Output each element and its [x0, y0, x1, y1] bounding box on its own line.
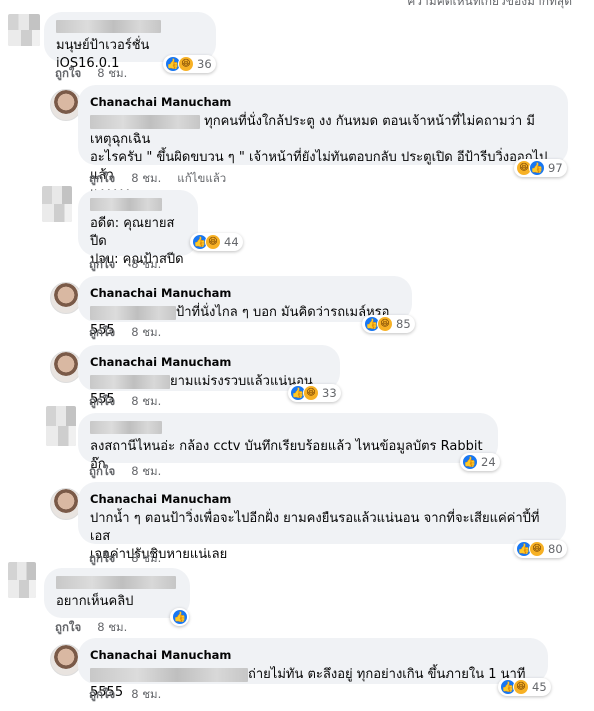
comment-bubble: Chanachai Manucham ถ่ายไม่ทัน ตะลึงอยู่ …: [78, 638, 548, 700]
reaction-summary[interactable]: 👍 😆 44: [190, 233, 243, 251]
like-button[interactable]: ถูกใจ: [89, 256, 115, 274]
author-name[interactable]: Chanachai Manucham: [90, 646, 536, 664]
timestamp[interactable]: 8 ชม.: [97, 65, 127, 83]
like-icon: 👍: [172, 609, 188, 625]
avatar[interactable]: [46, 406, 76, 446]
timestamp[interactable]: 8 ชม.: [131, 393, 161, 411]
reaction-count: 97: [548, 161, 563, 175]
comment-actions: ถูกใจ 8 ชม.: [89, 324, 161, 342]
blurred-mention[interactable]: [90, 374, 170, 389]
reaction-summary[interactable]: 👍 😆 80: [514, 540, 567, 558]
timestamp[interactable]: 8 ชม.: [131, 324, 161, 342]
like-button[interactable]: ถูกใจ: [55, 619, 81, 637]
haha-icon: 😆: [529, 541, 545, 557]
reaction-summary[interactable]: 👍: [170, 608, 189, 626]
blurred-mention[interactable]: [90, 667, 248, 682]
blurred-mention[interactable]: [90, 114, 200, 129]
reaction-count: 45: [532, 680, 547, 694]
reaction-summary[interactable]: 👍 😆 33: [288, 384, 341, 402]
like-button[interactable]: ถูกใจ: [55, 65, 81, 83]
comment-actions: ถูกใจ 8 ชม.: [89, 686, 161, 704]
comment-bubble: อดีต: คุณยายสปีด ปจบ: คุณป้าสปีด: [78, 190, 198, 267]
comment-actions: ถูกใจ 8 ชม. แก้ไขแล้ว: [89, 170, 226, 188]
reaction-summary[interactable]: 👍 😆 85: [362, 315, 415, 333]
avatar[interactable]: [42, 186, 72, 222]
comment-actions: ถูกใจ 8 ชม.: [89, 393, 161, 411]
comment-bubble: อยากเห็นคลิป: [44, 568, 190, 618]
haha-icon: 😆: [205, 234, 221, 250]
reaction-count: 80: [548, 542, 563, 556]
timestamp[interactable]: 8 ชม.: [131, 463, 161, 481]
reaction-count: 33: [322, 386, 337, 400]
comment-actions: ถูกใจ 8 ชม.: [89, 463, 161, 481]
like-button[interactable]: ถูกใจ: [89, 686, 115, 704]
like-button[interactable]: ถูกใจ: [89, 463, 115, 481]
author-name[interactable]: Chanachai Manucham: [90, 93, 556, 111]
like-button[interactable]: ถูกใจ: [89, 393, 115, 411]
comment-actions: ถูกใจ 8 ชม.: [55, 65, 127, 83]
haha-icon: 😆: [513, 679, 529, 695]
reaction-count: 36: [197, 57, 212, 71]
edited-label[interactable]: แก้ไขแล้ว: [177, 170, 226, 188]
comment-actions: ถูกใจ 8 ชม.: [89, 256, 161, 274]
blurred-author-name[interactable]: [90, 421, 162, 434]
reaction-count: 85: [396, 317, 411, 331]
timestamp[interactable]: 8 ชม.: [131, 256, 161, 274]
haha-icon: 😆: [303, 385, 319, 401]
author-name[interactable]: Chanachai Manucham: [90, 353, 328, 371]
reaction-count: 44: [224, 235, 239, 249]
like-icon: 👍: [529, 160, 545, 176]
timestamp[interactable]: 8 ชม.: [131, 550, 161, 568]
haha-icon: 😆: [377, 316, 393, 332]
reaction-summary[interactable]: 👍 😆 45: [498, 678, 551, 696]
haha-icon: 😆: [178, 56, 194, 72]
timestamp[interactable]: 8 ชม.: [131, 170, 161, 188]
author-name[interactable]: Chanachai Manucham: [90, 284, 400, 302]
avatar[interactable]: [8, 14, 40, 46]
like-icon: 👍: [462, 454, 478, 470]
reaction-summary[interactable]: 😆 👍 97: [514, 159, 567, 177]
timestamp[interactable]: 8 ชม.: [131, 686, 161, 704]
blurred-author-name[interactable]: [90, 198, 162, 211]
avatar[interactable]: [8, 562, 36, 598]
comment-actions: ถูกใจ 8 ชม.: [89, 550, 161, 568]
like-button[interactable]: ถูกใจ: [89, 550, 115, 568]
author-name[interactable]: Chanachai Manucham: [90, 490, 554, 508]
like-button[interactable]: ถูกใจ: [89, 170, 115, 188]
comment-bubble: Chanachai Manucham ปากน้ำ ๆ ตอนป้าวิ่งเพ…: [78, 482, 566, 562]
reaction-count: 24: [481, 455, 496, 469]
reaction-summary[interactable]: 👍 24: [460, 453, 500, 471]
comment-text-line: ปากน้ำ ๆ ตอนป้าวิ่งเพื่อจะไปอีกฝั่ง ยามค…: [90, 511, 540, 544]
blurred-author-name[interactable]: [56, 20, 161, 33]
sort-label[interactable]: ความคิดเห็นที่เกี่ยวข้องมากที่สุด: [407, 0, 572, 11]
like-button[interactable]: ถูกใจ: [89, 324, 115, 342]
reaction-summary[interactable]: 👍 😆 36: [163, 55, 216, 73]
timestamp[interactable]: 8 ชม.: [97, 619, 127, 637]
comment-bubble: ลงสถานีไหนอ่ะ กล้อง cctv บันทึกเรียบร้อย…: [78, 413, 498, 472]
comment-text-line: อดีต: คุณยายสปีด: [90, 216, 175, 249]
blurred-author-name[interactable]: [56, 576, 176, 589]
comment-actions: ถูกใจ 8 ชม.: [55, 619, 127, 637]
comment-bubble: Chanachai Manucham ทุกคนที่นั่งใกล้ประตู…: [78, 85, 568, 201]
comment-text: อยากเห็นคลิป: [56, 594, 134, 609]
blurred-mention[interactable]: [90, 305, 176, 320]
comment-bubble: Chanachai Manucham ป้าที่นั่งไกล ๆ บอก ม…: [78, 276, 412, 338]
